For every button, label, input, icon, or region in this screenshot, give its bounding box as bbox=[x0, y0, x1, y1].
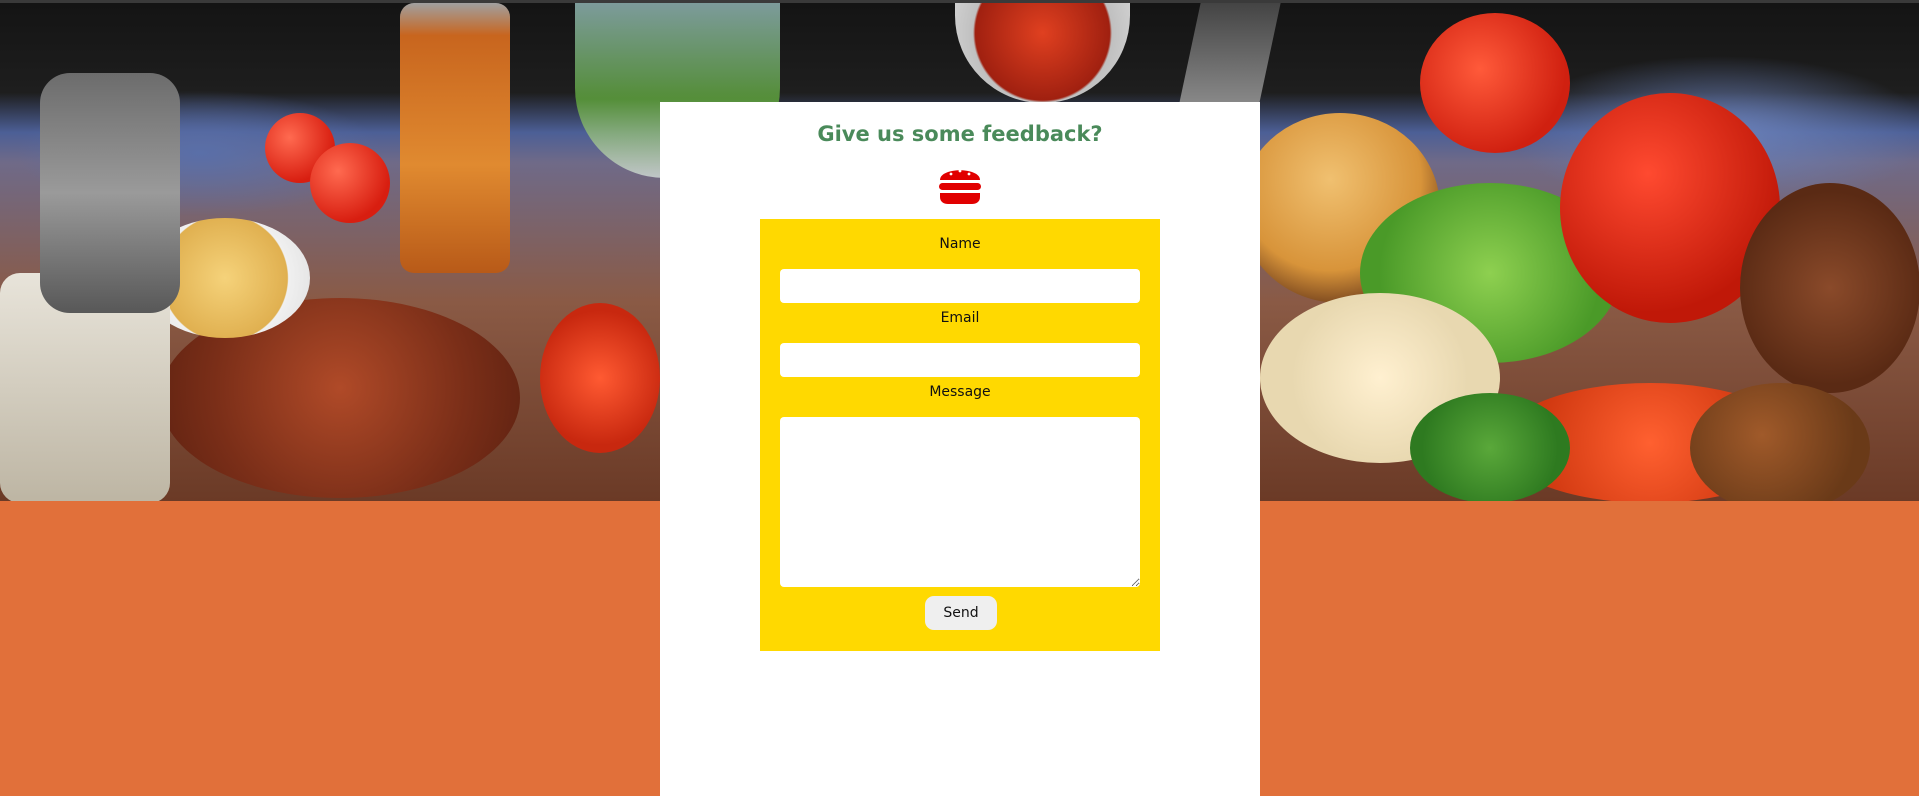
message-label: Message bbox=[929, 384, 991, 400]
feedback-form: Name Email Message Send bbox=[760, 219, 1160, 651]
feedback-panel: Give us some feedback? Name Email Messag… bbox=[660, 102, 1260, 796]
message-textarea[interactable] bbox=[780, 417, 1140, 587]
burger-icon bbox=[939, 169, 981, 204]
send-button[interactable]: Send bbox=[925, 596, 997, 630]
email-label: Email bbox=[940, 310, 980, 326]
name-input[interactable] bbox=[780, 269, 1140, 303]
page-title: Give us some feedback? bbox=[817, 122, 1103, 146]
email-input[interactable] bbox=[780, 343, 1140, 377]
name-label: Name bbox=[939, 236, 981, 252]
